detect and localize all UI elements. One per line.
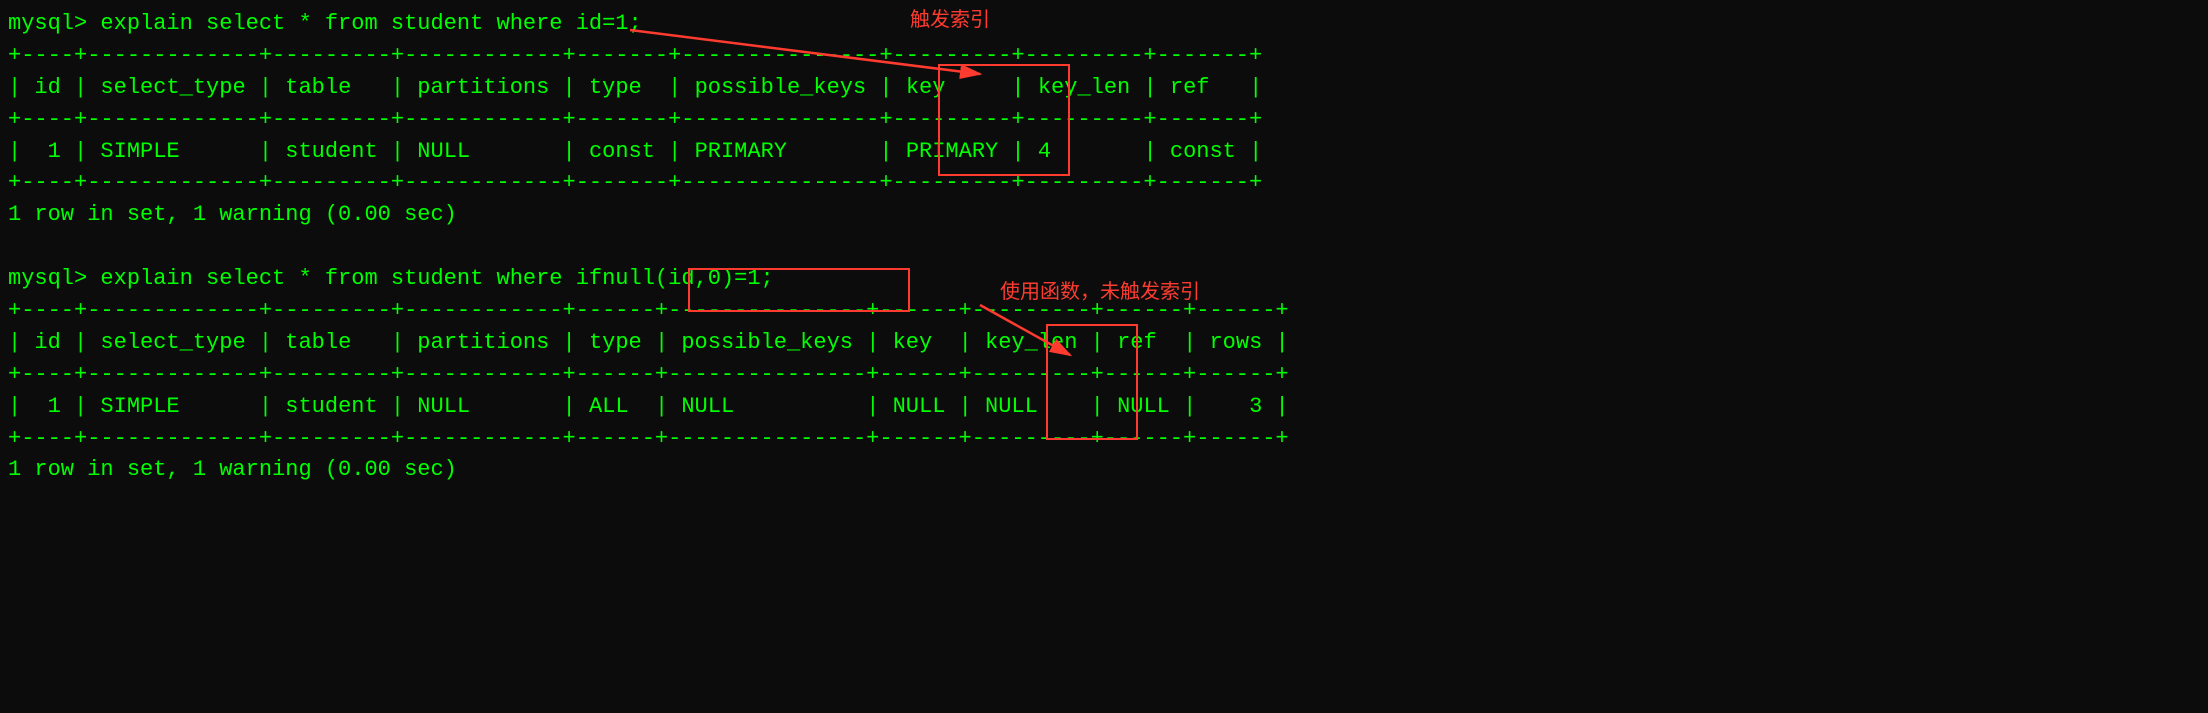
col-type: type <box>589 75 642 100</box>
col-select-type: select_type <box>100 75 245 100</box>
cell-id: 1 <box>48 394 61 419</box>
col-id: id <box>34 330 60 355</box>
mysql-prompt: mysql> <box>8 11 100 36</box>
query1-sql: explain select * from student where id=1… <box>100 11 641 36</box>
mysql-prompt: mysql> <box>8 266 100 291</box>
cell-type: const <box>589 139 655 164</box>
col-id: id <box>34 75 60 100</box>
cell-possible-keys: PRIMARY <box>695 139 787 164</box>
cell-rows: 3 <box>1249 394 1262 419</box>
col-table: table <box>285 75 351 100</box>
col-rows: rows <box>1209 330 1262 355</box>
query2-footer: 1 row in set, 1 warning (0.00 sec) <box>8 454 2200 486</box>
cell-type: ALL <box>589 394 629 419</box>
col-partitions: partitions <box>417 330 549 355</box>
query2-table-border-bot: +----+-------------+---------+----------… <box>8 423 2200 455</box>
cell-table: student <box>285 139 377 164</box>
cell-key: NULL <box>893 394 946 419</box>
cell-ref: NULL <box>1117 394 1170 419</box>
col-key-len: key_len <box>1038 75 1130 100</box>
col-key-len: key_len <box>985 330 1077 355</box>
query1-table-header: | id | select_type | table | partitions … <box>8 72 2200 104</box>
col-table: table <box>285 330 351 355</box>
annotation-function-no-index: 使用函数，未触发索引 <box>1000 278 1200 307</box>
query1-table-border-mid: +----+-------------+---------+----------… <box>8 104 2200 136</box>
annotation-triggered-index: 触发索引 <box>910 6 990 35</box>
cell-key: PRIMARY <box>906 139 998 164</box>
query2-sql-before: explain select * from student where <box>100 266 575 291</box>
cell-key-len: 4 <box>1038 139 1051 164</box>
cell-table: student <box>285 394 377 419</box>
cell-select-type: SIMPLE <box>100 139 179 164</box>
query2-sql-boxed: ifnull(id,0)=1; <box>576 266 774 291</box>
query2-table-header: | id | select_type | table | partitions … <box>8 327 2200 359</box>
query1-table-border-top: +----+-------------+---------+----------… <box>8 40 2200 72</box>
query1-footer: 1 row in set, 1 warning (0.00 sec) <box>8 199 2200 231</box>
cell-partitions: NULL <box>417 394 470 419</box>
query2-table-row: | 1 | SIMPLE | student | NULL | ALL | NU… <box>8 391 2200 423</box>
col-select-type: select_type <box>100 330 245 355</box>
col-type: type <box>589 330 642 355</box>
col-possible-keys: possible_keys <box>681 330 853 355</box>
query1-command-line: mysql> explain select * from student whe… <box>8 8 2200 40</box>
col-ref: ref <box>1117 330 1157 355</box>
query1-table-border-bot: +----+-------------+---------+----------… <box>8 167 2200 199</box>
cell-key-len: NULL <box>985 394 1038 419</box>
cell-ref: const <box>1170 139 1236 164</box>
query2-table-border-mid: +----+-------------+---------+----------… <box>8 359 2200 391</box>
cell-partitions: NULL <box>417 139 470 164</box>
cell-id: 1 <box>48 139 61 164</box>
cell-select-type: SIMPLE <box>100 394 179 419</box>
col-possible-keys: possible_keys <box>695 75 867 100</box>
cell-possible-keys: NULL <box>681 394 734 419</box>
blank-line <box>8 231 2200 263</box>
col-ref: ref <box>1170 75 1210 100</box>
col-key: key <box>906 75 946 100</box>
query1-table-row: | 1 | SIMPLE | student | NULL | const | … <box>8 136 2200 168</box>
col-partitions: partitions <box>417 75 549 100</box>
col-key: key <box>893 330 933 355</box>
